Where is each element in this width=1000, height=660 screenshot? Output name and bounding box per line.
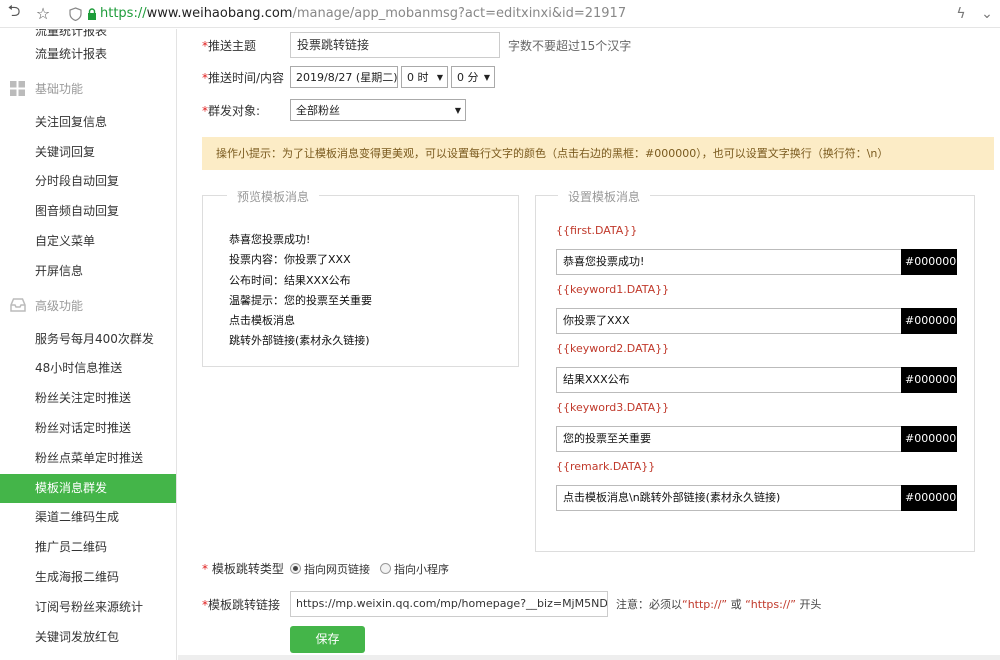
sidebar-item[interactable]: 开屏信息 xyxy=(0,257,176,287)
sidebar-item[interactable]: 48小时信息推送 xyxy=(0,354,176,384)
jump-link-row: *模板跳转链接 https://mp.weixin.qq.com/mp/home… xyxy=(202,591,821,617)
target-label: *群发对象: xyxy=(202,103,261,118)
radio-web-link[interactable]: 指向网页链接 xyxy=(290,561,370,577)
template-field-key: {{remark.DATA}} xyxy=(556,460,656,473)
target-row: *群发对象: 全部粉丝 ▼ xyxy=(202,99,466,121)
sidebar-section-label: 基础功能 xyxy=(35,82,84,97)
lightning-icon[interactable]: ϟ xyxy=(948,6,974,22)
dropdown-arrow-icon: ▼ xyxy=(454,105,461,115)
subject-row: *推送主题 投票跳转链接 字数不要超过15个汉字 xyxy=(202,32,631,58)
subject-hint: 字数不要超过15个汉字 xyxy=(508,38,632,53)
template-field-row: 点击模板消息\n跳转外部链接(素材永久链接) #000000 xyxy=(556,485,957,511)
bookmark-star-icon[interactable]: ☆ xyxy=(32,3,54,25)
jump-type-label: * 模板跳转类型 xyxy=(202,562,284,576)
jump-link-input[interactable]: https://mp.weixin.qq.com/mp/homepage?__b… xyxy=(290,591,608,617)
time-row: *推送时间/内容 2019/8/27 (星期二)▼ 0 时▼ 0 分▼ xyxy=(202,66,495,88)
dropdown-arrow-icon: ▼ xyxy=(436,72,443,82)
settings-panel: 设置模板消息 {{first.DATA}} 恭喜您投票成功! #000000 {{ke… xyxy=(535,188,975,552)
main-content: *推送主题 投票跳转链接 字数不要超过15个汉字 *推送时间/内容 2019/8… xyxy=(178,29,1000,660)
sidebar-item[interactable]: 分时段自动回复 xyxy=(0,167,176,197)
minute-select[interactable]: 0 分 ▼ xyxy=(451,66,495,88)
radio-unchecked-icon xyxy=(380,563,391,574)
sidebar-item[interactable]: 渠道二维码生成 xyxy=(0,503,176,533)
color-picker-box[interactable]: #000000 xyxy=(901,485,957,511)
sidebar-item[interactable]: 自定义菜单 xyxy=(0,227,176,257)
template-field-key: {{keyword2.DATA}} xyxy=(556,342,670,355)
preview-line: 公布时间：结果XXX公布 xyxy=(229,273,351,287)
sidebar-section-advanced: 高级功能 xyxy=(0,287,176,325)
back-icon[interactable]: ⮌ xyxy=(3,1,25,25)
preview-line: 跳转外部链接(素材永久链接) xyxy=(229,334,370,348)
template-field-input[interactable]: 恭喜您投票成功! xyxy=(556,249,901,275)
template-field-input[interactable]: 你投票了XXX xyxy=(556,308,901,334)
inbox-icon xyxy=(10,298,26,313)
date-select[interactable]: 2019/8/27 (星期二)▼ xyxy=(290,66,408,88)
sidebar-item[interactable]: 粉丝对话定时推送 xyxy=(0,414,176,444)
sidebar-item-cut[interactable]: 流量统计报表 xyxy=(0,29,176,40)
target-select[interactable]: 全部粉丝 ▼ xyxy=(290,99,466,121)
jump-type-row: * 模板跳转类型 指向网页链接 指向小程序 xyxy=(202,560,459,577)
browser-toolbar: ⮌ ☆ https://www.weihaobang.com/manage/ap… xyxy=(0,0,1000,28)
save-button[interactable]: 保存 xyxy=(290,626,365,653)
color-picker-box[interactable]: #000000 xyxy=(901,367,957,393)
sidebar-item[interactable]: 关注回复信息 xyxy=(0,108,176,138)
subject-input[interactable]: 投票跳转链接 xyxy=(290,32,500,58)
template-field-row: 你投票了XXX #000000 xyxy=(556,308,957,334)
template-field-input[interactable]: 您的投票至关重要 xyxy=(556,426,901,452)
shield-icon xyxy=(68,6,82,21)
bottom-divider xyxy=(178,655,1000,660)
radio-mini-program[interactable]: 指向小程序 xyxy=(380,561,449,577)
sidebar: 流量统计报表 流量统计报表 基础功能 关注回复信息 关键词回复 分时段自动回复 图音频… xyxy=(0,29,177,660)
sidebar-item[interactable]: 服务号每月400次群发 xyxy=(0,325,176,355)
preview-line: 恭喜您投票成功! xyxy=(229,233,311,246)
sidebar-item[interactable]: 推广员二维码 xyxy=(0,533,176,563)
template-field-row: 结果XXX公布 #000000 xyxy=(556,367,957,393)
sidebar-item[interactable]: 图音频自动回复 xyxy=(0,197,176,227)
sidebar-item[interactable]: 粉丝点菜单定时推送 xyxy=(0,444,176,474)
preview-line: 温馨提示：您的投票至关重要 xyxy=(229,293,372,307)
radio-checked-icon xyxy=(290,563,301,574)
sidebar-item[interactable]: 生成海报二维码 xyxy=(0,563,176,593)
lock-icon xyxy=(87,7,97,20)
preview-line: 点击模板消息 xyxy=(229,314,295,328)
sidebar-item[interactable]: 订阅号粉丝来源统计 xyxy=(0,593,176,623)
sidebar-item[interactable]: 模板消息群发 xyxy=(0,473,176,504)
color-picker-box[interactable]: #000000 xyxy=(901,426,957,452)
address-bar[interactable]: https://www.weihaobang.com/manage/app_mo… xyxy=(68,2,626,26)
sidebar-item-traffic-report[interactable]: 流量统计报表 xyxy=(0,40,176,70)
sidebar-section-basic: 基础功能 xyxy=(0,70,176,108)
chevron-down-icon[interactable]: ⌄ xyxy=(974,6,1000,22)
grid-icon xyxy=(10,81,25,97)
subject-label: *推送主题 xyxy=(202,38,257,53)
sidebar-item[interactable]: 关键词发放红包 xyxy=(0,623,176,653)
url-text: https://www.weihaobang.com/manage/app_mo… xyxy=(100,6,627,21)
template-field-key: {{first.DATA}} xyxy=(556,224,638,237)
sidebar-section-label: 高级功能 xyxy=(35,299,84,314)
sidebar-item[interactable]: 关键词回复 xyxy=(0,138,176,168)
template-field-key: {{keyword3.DATA}} xyxy=(556,401,670,414)
settings-legend: 设置模板消息 xyxy=(558,188,651,205)
tip-banner: 操作小提示：为了让模板消息变得更美观，可以设置每行文字的颜色（点击右边的黑框：#… xyxy=(202,137,994,170)
preview-line: 投票内容：你投票了XXX xyxy=(229,253,351,267)
template-field-key: {{keyword1.DATA}} xyxy=(556,283,670,296)
template-field-input[interactable]: 结果XXX公布 xyxy=(556,367,901,393)
jump-link-note: 注意：必须以“http://” 或 “https://” 开头 xyxy=(616,598,822,611)
jump-link-label: *模板跳转链接 xyxy=(202,597,281,612)
color-picker-box[interactable]: #000000 xyxy=(901,308,957,334)
preview-legend: 预览模板消息 xyxy=(227,188,320,205)
template-field-input[interactable]: 点击模板消息\n跳转外部链接(素材永久链接) xyxy=(556,485,901,511)
hour-select[interactable]: 0 时 ▼ xyxy=(401,66,448,88)
time-label: *推送时间/内容 xyxy=(202,70,285,85)
color-picker-box[interactable]: #000000 xyxy=(901,249,957,275)
dropdown-arrow-icon: ▼ xyxy=(483,72,490,82)
preview-panel: 预览模板消息 恭喜您投票成功! 投票内容：你投票了XXX 公布时间：结果XXX公布温… xyxy=(202,188,519,367)
sidebar-item[interactable]: 粉丝关注定时推送 xyxy=(0,384,176,414)
template-field-row: 恭喜您投票成功! #000000 xyxy=(556,249,957,275)
template-field-row: 您的投票至关重要 #000000 xyxy=(556,426,957,452)
